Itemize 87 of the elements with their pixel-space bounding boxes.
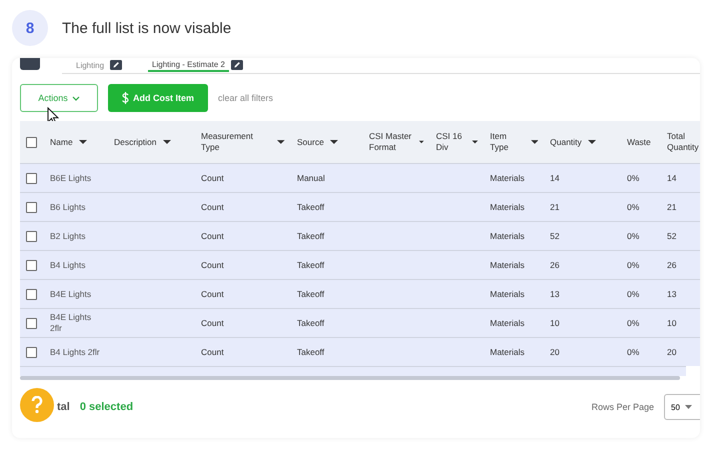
checkbox[interactable] — [26, 230, 37, 242]
table-cell: 0% — [627, 260, 640, 270]
table-cell: Takeoff — [297, 230, 324, 240]
table-cell: Count — [201, 288, 224, 298]
column-header[interactable]: Waste — [627, 136, 651, 148]
table-cell: 21 — [550, 202, 560, 212]
tab-handle[interactable] — [20, 58, 40, 70]
checkbox[interactable] — [26, 318, 37, 328]
column-header[interactable]: Quantity — [550, 136, 582, 148]
table-cell: B6 Lights — [50, 202, 86, 212]
question-icon — [31, 396, 43, 414]
edit-icon[interactable] — [230, 60, 243, 70]
table-cell: 14 — [550, 172, 560, 182]
table-cell: Takeoff — [297, 202, 324, 212]
table-cell: Materials — [490, 172, 524, 182]
table-cell: Takeoff — [297, 288, 324, 298]
table-cell: Count — [201, 318, 224, 328]
chevron-icon — [72, 96, 80, 100]
caret-icon[interactable] — [78, 140, 87, 144]
table-cell: B4E Lights — [50, 288, 92, 298]
table-cell: B4E Lights 2flr — [50, 312, 92, 333]
checkbox[interactable] — [26, 346, 37, 358]
table-cell: 0% — [627, 318, 640, 328]
caret-icon[interactable] — [588, 140, 596, 144]
dollar-icon — [122, 92, 129, 104]
table-cell: B4 Lights 2flr — [50, 346, 100, 356]
selected-count: 0 selected — [80, 401, 134, 413]
caret-icon[interactable] — [472, 140, 478, 144]
table-cell: B6E Lights — [50, 172, 92, 182]
table-cell: Count — [201, 202, 224, 212]
caret-icon[interactable] — [330, 140, 338, 144]
table-cell: Count — [201, 230, 224, 240]
column-header[interactable]: Description — [114, 136, 157, 148]
tab[interactable]: Lighting - Estimate 2 — [148, 59, 229, 72]
caret-icon[interactable] — [419, 140, 424, 144]
checkbox[interactable] — [26, 172, 37, 184]
table-cell: 52 — [550, 230, 560, 240]
table-cell: Materials — [490, 318, 524, 328]
tab[interactable]: Lighting — [72, 59, 108, 72]
rows-per-page-label: Rows Per Page — [591, 402, 654, 412]
caret-icon[interactable] — [277, 140, 285, 144]
caret-icon[interactable] — [162, 140, 171, 144]
edit-icon[interactable] — [110, 60, 122, 70]
caret-icon[interactable] — [530, 140, 538, 144]
table-cell: Count — [201, 346, 224, 356]
table-cell: Materials — [490, 230, 524, 240]
table-cell: 20 — [550, 346, 560, 356]
table-cell: 52 — [667, 230, 676, 240]
table-cell: Takeoff — [297, 318, 324, 328]
table-cell: 21 — [667, 202, 676, 212]
table-cell: 0% — [627, 288, 640, 298]
table-cell: Materials — [490, 346, 524, 356]
table-cell: Materials — [490, 288, 524, 298]
checkbox[interactable] — [26, 136, 37, 148]
table-cell: B2 Lights — [50, 230, 86, 240]
table-cell: 10 — [667, 318, 676, 328]
table-cell: Takeoff — [297, 346, 324, 356]
column-header[interactable]: Source — [297, 136, 324, 148]
scrollbar[interactable] — [20, 376, 680, 380]
checkbox[interactable] — [26, 288, 37, 300]
table-cell: 0% — [627, 202, 640, 212]
rows-per-page-select[interactable]: 50 — [664, 394, 700, 420]
table-cell: 14 — [667, 172, 676, 182]
table-cell: Materials — [490, 260, 524, 270]
table-cell: 0% — [627, 172, 640, 182]
table-cell: 10 — [550, 318, 560, 328]
table-cell: 20 — [667, 346, 676, 356]
caret-icon — [684, 405, 692, 409]
table-cell: 26 — [667, 260, 676, 270]
table-cell: Manual — [297, 172, 325, 182]
checkbox[interactable] — [26, 202, 37, 212]
total-label: tal — [57, 401, 70, 413]
step-caption: The full list is now visable — [62, 20, 232, 36]
step-number: 8 — [12, 10, 48, 46]
table-cell: 0% — [627, 230, 640, 240]
table-cell: Count — [201, 172, 224, 182]
table-cell: Takeoff — [297, 260, 324, 270]
table-cell: Materials — [490, 202, 524, 212]
table-cell: B4 Lights — [50, 260, 86, 270]
table-cell: 26 — [550, 260, 560, 270]
table-cell: 13 — [550, 288, 560, 298]
column-header[interactable]: Name — [50, 136, 73, 148]
table-cell: Count — [201, 260, 224, 270]
table-cell: 13 — [667, 288, 676, 298]
checkbox[interactable] — [26, 260, 37, 270]
clear-filters-link[interactable]: clear all filters — [218, 93, 274, 103]
table-cell: 0% — [627, 346, 640, 356]
